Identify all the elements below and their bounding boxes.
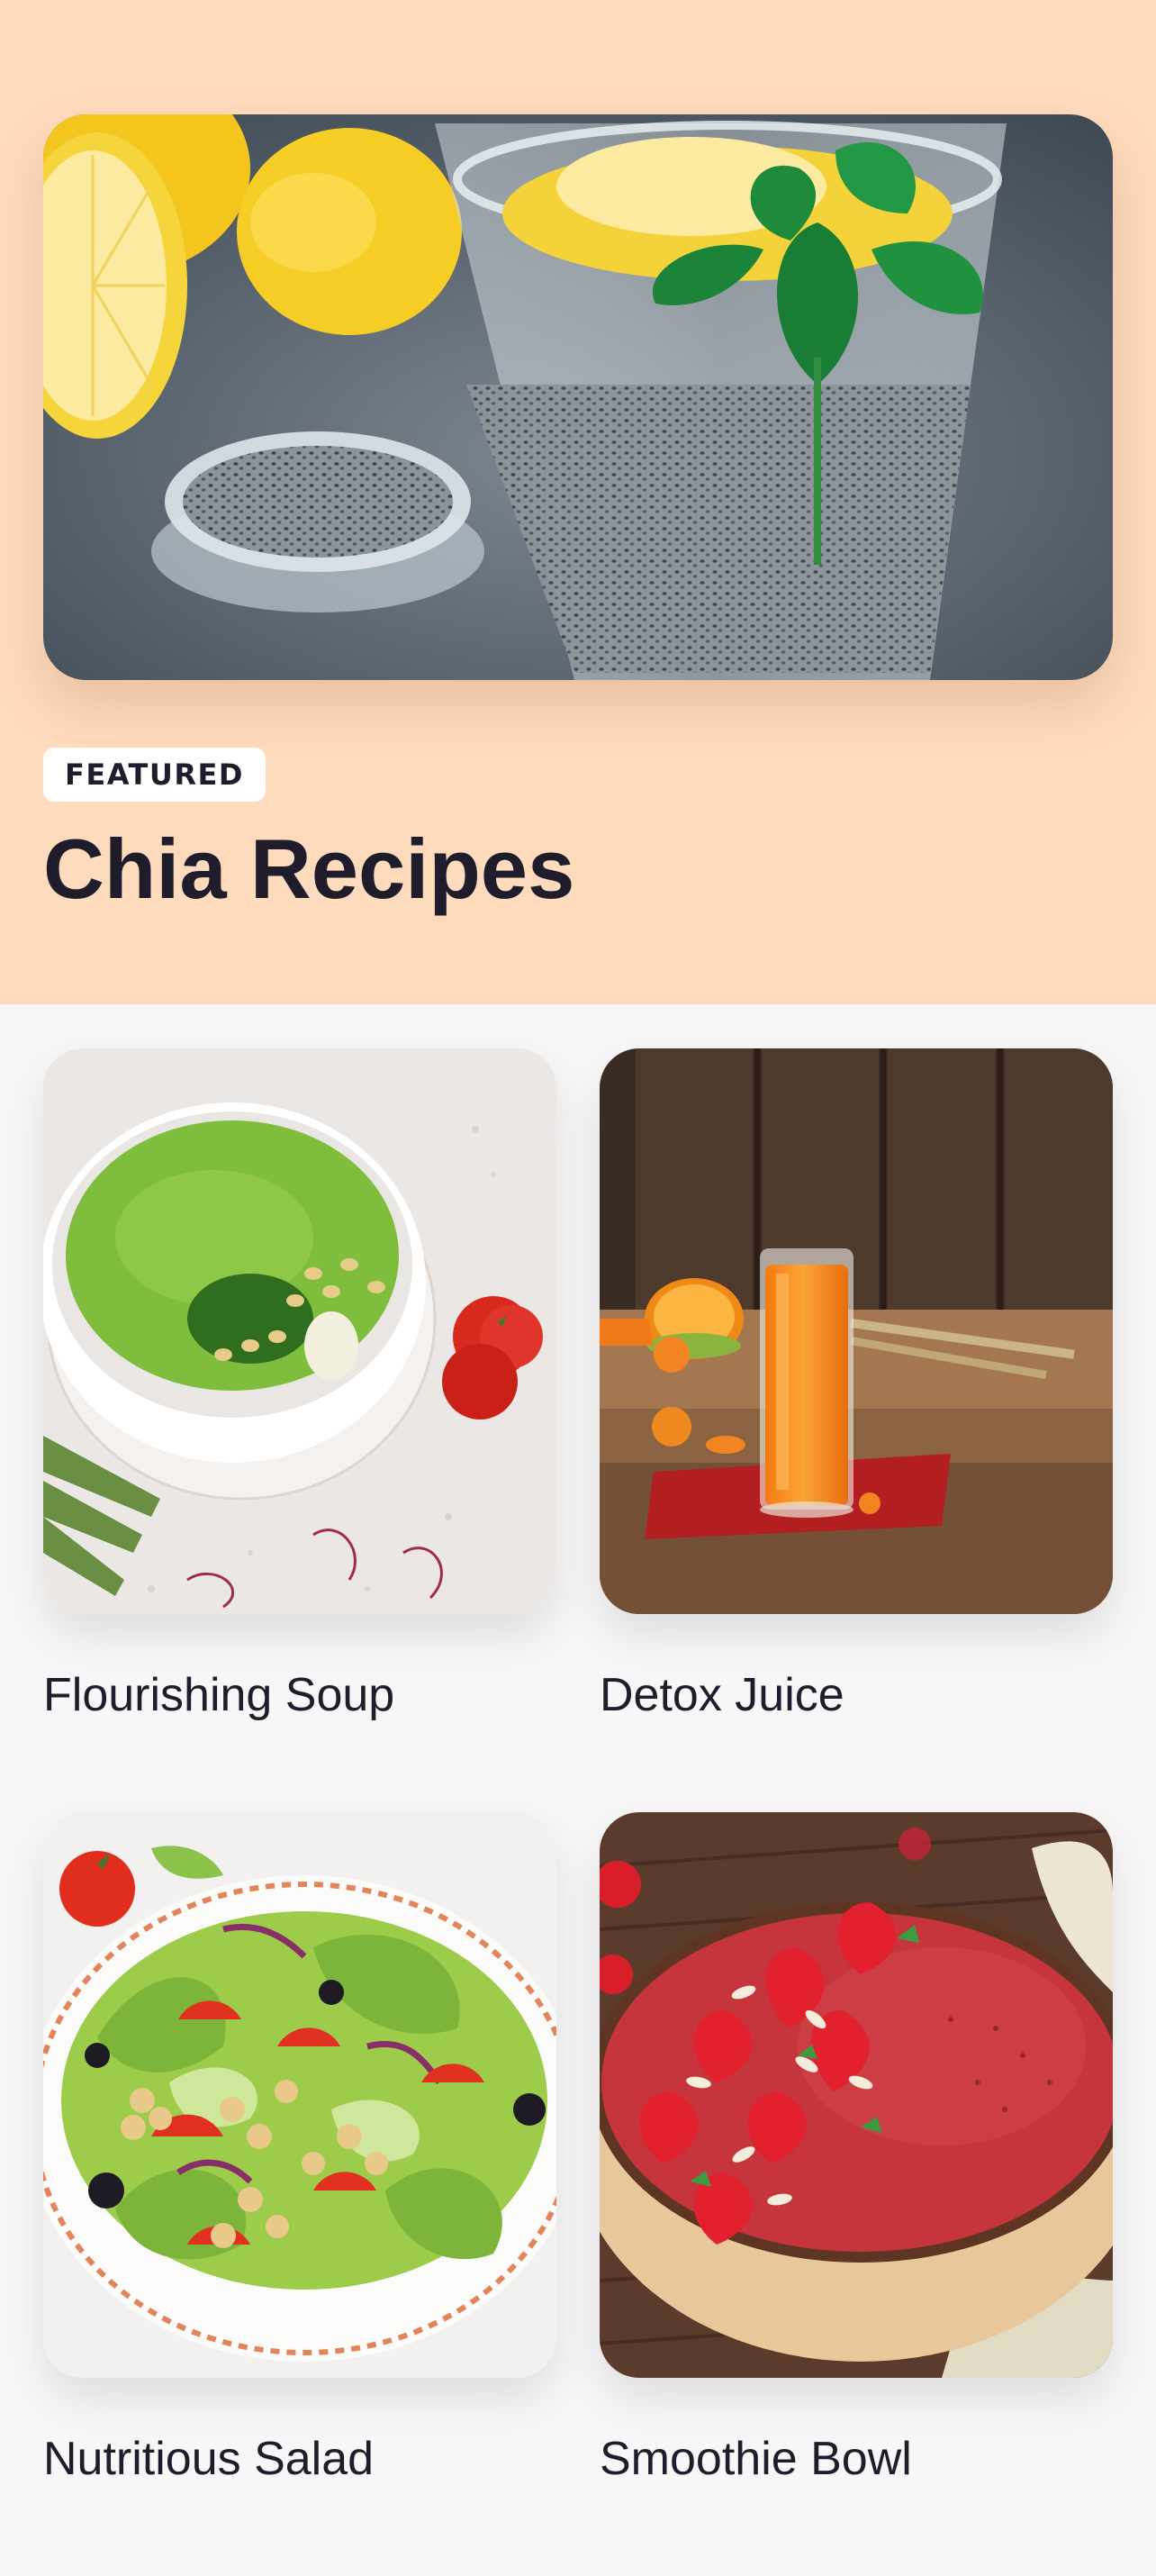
featured-badge: FEATURED: [43, 748, 266, 802]
smoothie-bowl-image: [600, 1812, 1113, 2378]
recipe-image: [43, 1048, 556, 1614]
recipe-title: Detox Juice: [600, 1669, 844, 1721]
salad-image: [43, 1812, 556, 2378]
recipe-image: [600, 1812, 1113, 2378]
recipe-image: [600, 1048, 1113, 1614]
recipe-title: Nutritious Salad: [43, 2433, 375, 2485]
recipe-grid: Flourishing Soup Detox Juice Nutritious …: [43, 1048, 1113, 2576]
featured-card[interactable]: [43, 114, 1113, 680]
recipe-card[interactable]: Nutritious Salad: [43, 1812, 556, 2576]
recipe-image: [43, 1812, 556, 2378]
recipe-title: Flourishing Soup: [43, 1669, 395, 1721]
featured-section: FEATURED Chia Recipes: [0, 0, 1156, 1004]
recipe-card[interactable]: Detox Juice: [600, 1048, 1113, 1812]
recipe-title: Smoothie Bowl: [600, 2433, 912, 2485]
chia-water-glass-image: [43, 114, 1113, 680]
green-soup-image: [43, 1048, 556, 1614]
page-title: Chia Recipes: [43, 821, 575, 916]
orange-juice-image: [600, 1048, 1113, 1614]
recipe-card[interactable]: Smoothie Bowl: [600, 1812, 1113, 2576]
recipe-card[interactable]: Flourishing Soup: [43, 1048, 556, 1812]
